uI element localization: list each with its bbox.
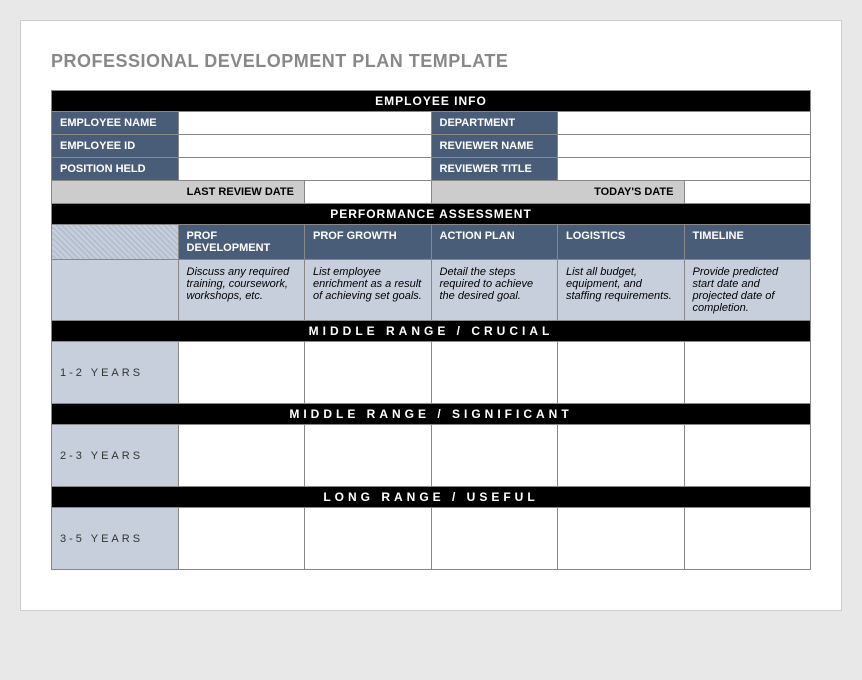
desc-prof-growth: List employee enrichment as a result of … bbox=[305, 260, 432, 321]
label-position-held: POSITION HELD bbox=[52, 158, 179, 181]
range3-dev[interactable] bbox=[178, 508, 305, 570]
input-employee-name[interactable] bbox=[178, 112, 431, 135]
col-prof-growth: PROF GROWTH bbox=[305, 225, 432, 260]
range3-label: 3-5 YEARS bbox=[52, 508, 179, 570]
range1-timeline[interactable] bbox=[684, 342, 811, 404]
col-prof-development: PROF DEVELOPMENT bbox=[178, 225, 305, 260]
range3-action[interactable] bbox=[431, 508, 558, 570]
template-table: EMPLOYEE INFO EMPLOYEE NAME DEPARTMENT E… bbox=[51, 90, 811, 570]
range1-growth[interactable] bbox=[305, 342, 432, 404]
input-position-held[interactable] bbox=[178, 158, 431, 181]
col-logistics: LOGISTICS bbox=[558, 225, 685, 260]
desc-blank bbox=[52, 260, 179, 321]
range2-logistics[interactable] bbox=[558, 425, 685, 487]
document-page: PROFESSIONAL DEVELOPMENT PLAN TEMPLATE E… bbox=[20, 20, 842, 611]
range2-action[interactable] bbox=[431, 425, 558, 487]
label-employee-id: EMPLOYEE ID bbox=[52, 135, 179, 158]
input-reviewer-name[interactable] bbox=[558, 135, 811, 158]
col-action-plan: ACTION PLAN bbox=[431, 225, 558, 260]
range1-logistics[interactable] bbox=[558, 342, 685, 404]
input-last-review-date[interactable] bbox=[305, 181, 432, 204]
desc-logistics: List all budget, equipment, and staffing… bbox=[558, 260, 685, 321]
label-department: DEPARTMENT bbox=[431, 112, 558, 135]
range2-timeline[interactable] bbox=[684, 425, 811, 487]
range2-dev[interactable] bbox=[178, 425, 305, 487]
desc-action-plan: Detail the steps required to achieve the… bbox=[431, 260, 558, 321]
label-reviewer-name: REVIEWER NAME bbox=[431, 135, 558, 158]
corner-cell bbox=[52, 225, 179, 260]
range1-header: MIDDLE RANGE / CRUCIAL bbox=[52, 321, 811, 342]
input-reviewer-title[interactable] bbox=[558, 158, 811, 181]
range2-header: MIDDLE RANGE / SIGNIFICANT bbox=[52, 404, 811, 425]
range3-header: LONG RANGE / USEFUL bbox=[52, 487, 811, 508]
range2-growth[interactable] bbox=[305, 425, 432, 487]
input-todays-date[interactable] bbox=[684, 181, 811, 204]
label-todays-date: TODAY'S DATE bbox=[431, 181, 684, 204]
label-employee-name: EMPLOYEE NAME bbox=[52, 112, 179, 135]
range1-action[interactable] bbox=[431, 342, 558, 404]
desc-prof-development: Discuss any required training, coursewor… bbox=[178, 260, 305, 321]
employee-info-header: EMPLOYEE INFO bbox=[52, 91, 811, 112]
input-department[interactable] bbox=[558, 112, 811, 135]
performance-header: PERFORMANCE ASSESSMENT bbox=[52, 204, 811, 225]
label-last-review-date: LAST REVIEW DATE bbox=[52, 181, 305, 204]
range1-dev[interactable] bbox=[178, 342, 305, 404]
input-employee-id[interactable] bbox=[178, 135, 431, 158]
label-reviewer-title: REVIEWER TITLE bbox=[431, 158, 558, 181]
range3-timeline[interactable] bbox=[684, 508, 811, 570]
page-title: PROFESSIONAL DEVELOPMENT PLAN TEMPLATE bbox=[51, 51, 811, 72]
range3-growth[interactable] bbox=[305, 508, 432, 570]
desc-timeline: Provide predicted start date and project… bbox=[684, 260, 811, 321]
range2-label: 2-3 YEARS bbox=[52, 425, 179, 487]
range3-logistics[interactable] bbox=[558, 508, 685, 570]
col-timeline: TIMELINE bbox=[684, 225, 811, 260]
range1-label: 1-2 YEARS bbox=[52, 342, 179, 404]
